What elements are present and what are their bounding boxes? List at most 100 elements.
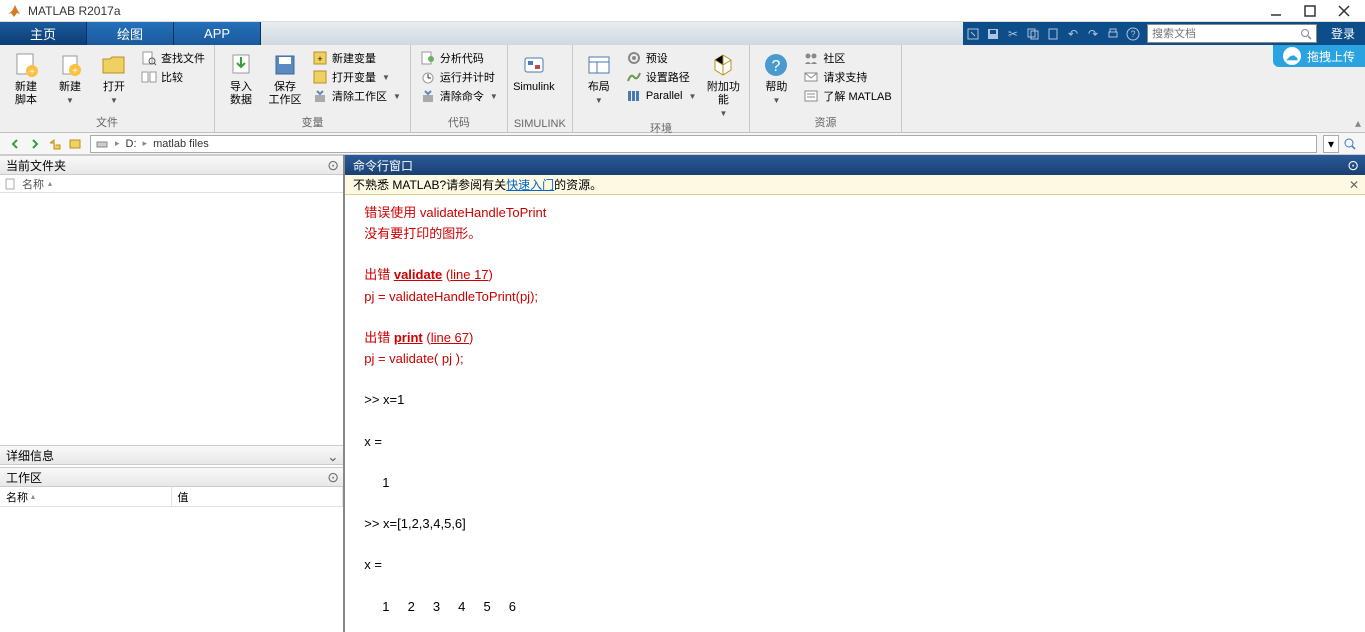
tab-apps[interactable]: APP: [174, 22, 261, 45]
tab-plots[interactable]: 绘图: [87, 22, 174, 45]
path-search-button[interactable]: [1341, 135, 1359, 153]
clear-commands-button[interactable]: 清除命令 ▼: [417, 87, 501, 105]
preferences-button[interactable]: 预设: [623, 49, 700, 67]
new-script-label: 新建 脚本: [8, 81, 44, 107]
nav-back-button[interactable]: [6, 135, 24, 153]
path-drive[interactable]: D:: [126, 138, 137, 150]
open-button[interactable]: 打开 ▼: [94, 49, 134, 107]
new-button[interactable]: + 新建 ▼: [50, 49, 90, 107]
help-button[interactable]: ? 帮助 ▼: [756, 49, 796, 107]
cut-icon[interactable]: [963, 24, 983, 44]
layout-button[interactable]: 布局 ▼: [579, 49, 619, 107]
panel-header-folder[interactable]: 当前文件夹 ⊙: [0, 155, 343, 175]
upload-float-button[interactable]: ☁ 拖拽上传: [1273, 45, 1365, 67]
redo-icon[interactable]: ↷: [1083, 24, 1103, 44]
ribbon-group-simulink: Simulink SIMULINK: [508, 45, 573, 132]
help-icon: ?: [762, 51, 790, 79]
path-sep-icon: ▸: [143, 138, 148, 149]
dropdown-arrow-icon: ▼: [66, 96, 74, 105]
doc-search-input[interactable]: [1152, 28, 1300, 40]
new-icon: +: [56, 51, 84, 79]
ribbon-collapse-button[interactable]: ▴: [1355, 116, 1361, 130]
tab-home[interactable]: 主页: [0, 22, 87, 45]
new-variable-button[interactable]: + 新建变量: [309, 49, 404, 67]
panel-menu-icon[interactable]: ⊙: [327, 157, 339, 174]
save-workspace-button[interactable]: 保存 工作区: [265, 49, 305, 109]
main-tabbar: 主页 绘图 APP ✂ ↶ ↷ ? 登录: [0, 22, 1365, 45]
request-support-button[interactable]: 请求支持: [800, 68, 894, 86]
compare-button[interactable]: 比较: [138, 68, 208, 86]
paste-icon[interactable]: [1043, 24, 1063, 44]
analyze-code-button[interactable]: 分析代码: [417, 49, 501, 67]
panel-menu-icon[interactable]: ⊙: [1347, 157, 1359, 174]
folder-col-name: 名称: [22, 176, 44, 192]
nav-history-button[interactable]: [66, 135, 84, 153]
folder-list[interactable]: 名称 ▴: [0, 175, 343, 445]
panel-header-workspace[interactable]: 工作区 ⊙: [0, 467, 343, 487]
error-func-link[interactable]: print: [394, 330, 423, 345]
cmd-line: >> x=1: [357, 392, 404, 407]
import-icon: [227, 51, 255, 79]
panel-expand-icon[interactable]: ⌃: [327, 447, 339, 464]
path-folder[interactable]: matlab files: [153, 138, 209, 150]
parallel-button[interactable]: Parallel ▼: [623, 87, 700, 105]
gear-icon: [626, 50, 642, 66]
simulink-button[interactable]: Simulink: [514, 49, 554, 96]
community-button[interactable]: 社区: [800, 49, 894, 67]
maximize-button[interactable]: [1303, 4, 1317, 18]
layout-icon: [585, 51, 613, 79]
path-dropdown-button[interactable]: ▾: [1323, 135, 1339, 153]
doc-search[interactable]: [1147, 24, 1317, 43]
compare-label: 比较: [161, 69, 183, 85]
cut2-icon[interactable]: ✂: [1003, 24, 1023, 44]
import-label: 导入 数据: [223, 81, 259, 107]
open-icon: [100, 51, 128, 79]
undo-icon[interactable]: ↶: [1063, 24, 1083, 44]
set-path-button[interactable]: 设置路径: [623, 68, 700, 86]
dropdown-arrow-icon: ▼: [382, 73, 390, 82]
save-ws-icon: [271, 51, 299, 79]
run-and-time-button[interactable]: 运行并计时: [417, 68, 501, 86]
folder-column-header[interactable]: 名称 ▴: [0, 175, 343, 193]
login-button[interactable]: 登录: [1321, 25, 1365, 42]
search-icon[interactable]: [1300, 28, 1312, 40]
error-line-link[interactable]: line 67: [431, 330, 469, 345]
panel-menu-icon[interactable]: ⊙: [327, 469, 339, 486]
path-input[interactable]: ▸ D: ▸ matlab files: [90, 135, 1317, 153]
error-func-link[interactable]: validate: [394, 267, 442, 282]
save-icon[interactable]: [983, 24, 1003, 44]
dropdown-arrow-icon: ▼: [110, 96, 118, 105]
panel-title-details: 详细信息: [6, 447, 54, 464]
community-icon: [803, 50, 819, 66]
error-line-link[interactable]: line 17: [450, 267, 488, 282]
command-window[interactable]: 错误使用 validateHandleToPrint 没有要打印的图形。 出错 …: [345, 195, 1365, 632]
cloud-icon: ☁: [1283, 47, 1301, 65]
banner-link[interactable]: 快速入门: [506, 176, 554, 193]
workspace-list[interactable]: 名称▴ 值: [0, 487, 343, 632]
ws-col-name[interactable]: 名称▴: [0, 487, 172, 506]
command-window-header[interactable]: 命令行窗口 ⊙: [345, 155, 1365, 175]
nav-forward-button[interactable]: [26, 135, 44, 153]
panel-header-details[interactable]: 详细信息 ⌃: [0, 445, 343, 465]
new-script-button[interactable]: + 新建 脚本: [6, 49, 46, 109]
open-variable-button[interactable]: 打开变量 ▼: [309, 68, 404, 86]
clear-workspace-button[interactable]: 清除工作区 ▼: [309, 87, 404, 105]
minimize-button[interactable]: [1269, 4, 1283, 18]
addons-button[interactable]: 附加功能 ▼: [703, 49, 743, 120]
clear-ws-label: 清除工作区: [332, 88, 387, 104]
nav-up-button[interactable]: [46, 135, 64, 153]
error-line: 错误使用 validateHandleToPrint: [357, 205, 546, 220]
import-data-button[interactable]: 导入 数据: [221, 49, 261, 109]
find-files-button[interactable]: 查找文件: [138, 49, 208, 67]
setpath-icon: [626, 69, 642, 85]
banner-close-button[interactable]: ✕: [1349, 178, 1359, 192]
close-button[interactable]: [1337, 4, 1351, 18]
help-top-icon[interactable]: ?: [1123, 24, 1143, 44]
learn-matlab-button[interactable]: 了解 MATLAB: [800, 87, 894, 105]
ws-col-value[interactable]: 值: [172, 487, 344, 506]
parallel-icon: [626, 88, 642, 104]
left-column: 当前文件夹 ⊙ 名称 ▴ 详细信息 ⌃ 工作区 ⊙: [0, 155, 345, 632]
print-icon[interactable]: [1103, 24, 1123, 44]
ribbon-group-variable: 导入 数据 保存 工作区 + 新建变量 打开变量 ▼ 清除工作区: [215, 45, 411, 132]
copy-icon[interactable]: [1023, 24, 1043, 44]
